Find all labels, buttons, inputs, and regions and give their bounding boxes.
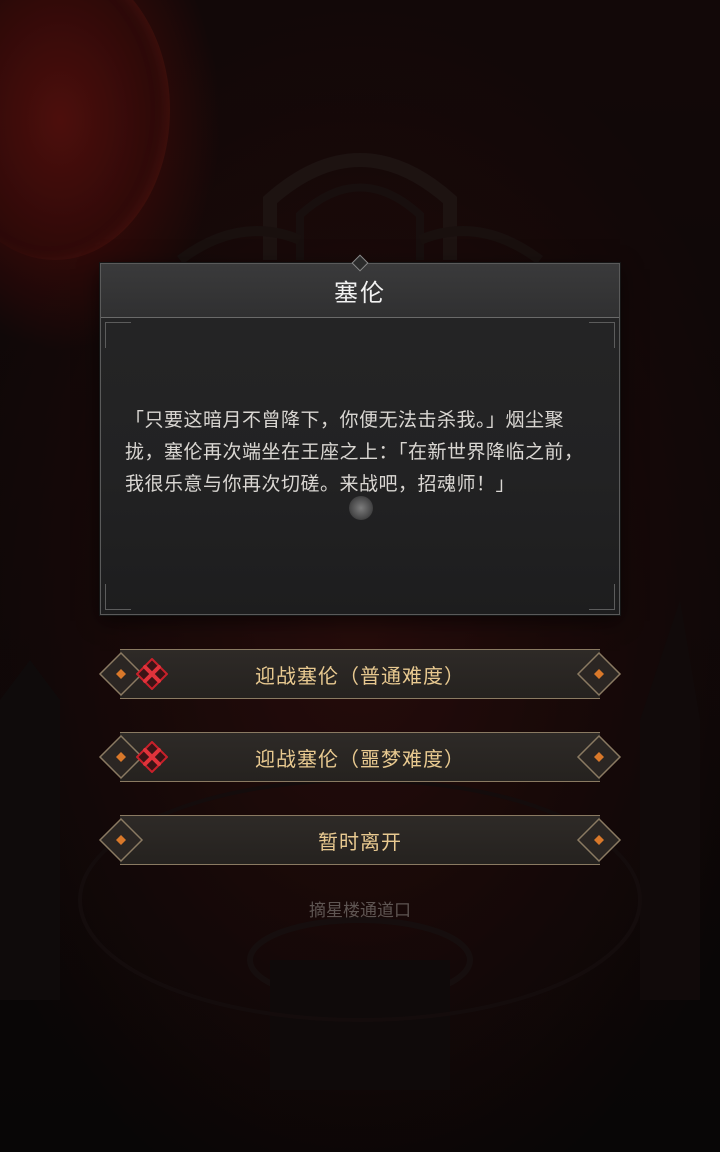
locked-cross-icon [136, 741, 168, 773]
option-label: 迎战塞伦（噩梦难度） [255, 746, 465, 771]
location-name: 摘星楼通道口 [309, 901, 411, 921]
diamond-ornament-icon [576, 817, 622, 863]
option-label: 迎战塞伦（普通难度） [255, 663, 465, 688]
corner-ornament [105, 584, 131, 610]
option-fight-nightmare-button[interactable]: 迎战塞伦（噩梦难度） [98, 728, 622, 786]
option-leave-button[interactable]: 暂时离开 [98, 811, 622, 869]
touch-indicator [349, 496, 373, 520]
dialog-story-text: 「只要这暗月不曾降下，你便无法击杀我。」烟尘聚拢，塞伦再次端坐在王座之上：「在新… [125, 409, 584, 495]
locked-cross-icon [136, 658, 168, 690]
diamond-ornament-icon [576, 734, 622, 780]
dialog-title: 塞伦 [334, 279, 386, 307]
option-fight-normal-button[interactable]: 迎战塞伦（普通难度） [98, 645, 622, 703]
diamond-ornament-icon [576, 651, 622, 697]
corner-ornament [105, 322, 131, 348]
dialog-header: 塞伦 [101, 254, 619, 318]
diamond-ornament-icon [98, 817, 144, 863]
corner-ornament [589, 322, 615, 348]
story-dialog: 塞伦 「只要这暗月不曾降下，你便无法击杀我。」烟尘聚拢，塞伦再次端坐在王座之上：… [100, 254, 620, 615]
option-label: 暂时离开 [318, 829, 402, 854]
corner-ornament [589, 584, 615, 610]
